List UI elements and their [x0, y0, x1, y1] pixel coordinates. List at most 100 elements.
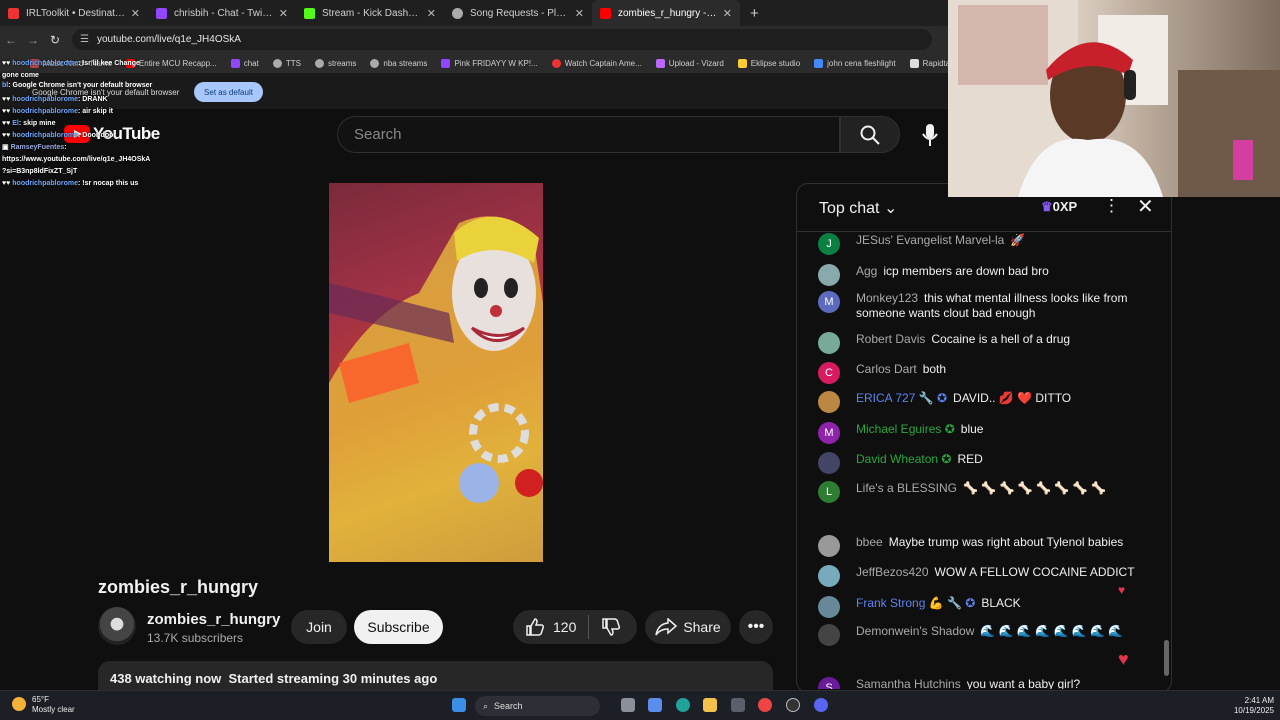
video-player[interactable]: [329, 183, 543, 562]
file-explorer-icon[interactable]: [703, 698, 717, 712]
chat-avatar: M: [818, 422, 840, 444]
close-tab-icon[interactable]: ✕: [723, 7, 732, 20]
chat-menu-icon[interactable]: ⋮: [1103, 196, 1120, 216]
irltoolkit-icon: [8, 7, 19, 19]
chat-avatar: C: [818, 362, 840, 384]
reload-icon[interactable]: ↻: [44, 33, 66, 47]
chat-avatar: S: [818, 677, 840, 689]
channel-avatar[interactable]: [98, 607, 136, 645]
tab-twitch-chat[interactable]: chrisbih - Chat - Twitch ✕: [148, 0, 296, 26]
heart-reaction-icon: ♥: [1118, 649, 1129, 669]
xp-badge[interactable]: ♛0XP: [1041, 199, 1077, 215]
chat-avatar: [818, 332, 840, 354]
twitch-icon: [441, 58, 451, 68]
share-button[interactable]: Share: [645, 610, 731, 644]
chat-message: Agg icp members are down bad bro: [818, 264, 1138, 286]
youtube-icon: [600, 7, 611, 19]
back-icon[interactable]: ←: [0, 33, 22, 47]
voice-search-button[interactable]: [912, 116, 948, 153]
chat-message: L Life's a BLESSING 🦴 🦴 🦴 🦴 🦴 🦴 🦴 🦴: [818, 481, 1138, 503]
discord-icon[interactable]: [814, 698, 828, 712]
forward-icon[interactable]: →: [22, 33, 44, 47]
dislike-button[interactable]: [589, 617, 621, 637]
top-chat-dropdown[interactable]: Top chat ⌄: [819, 198, 897, 218]
close-tab-icon[interactable]: ✕: [279, 7, 288, 20]
search-button[interactable]: [840, 116, 900, 153]
tab-kick-dashboard[interactable]: Stream - Kick Dashboard ✕: [296, 0, 444, 26]
store-icon[interactable]: [731, 698, 745, 712]
search-input[interactable]: Search: [337, 116, 840, 153]
bookmark-streams[interactable]: streams: [314, 58, 356, 68]
windows-start-icon[interactable]: [452, 698, 466, 712]
copilot-icon[interactable]: [648, 698, 662, 712]
subscribe-button[interactable]: Subscribe: [354, 610, 443, 644]
channel-name[interactable]: zombies_r_hungry: [147, 611, 280, 628]
chat-message: S Samantha Hutchins you want a baby girl?: [818, 677, 1138, 689]
bookmark-nba-streams[interactable]: nba streams: [370, 58, 427, 68]
new-tab-icon[interactable]: +: [750, 5, 759, 22]
close-tab-icon[interactable]: ✕: [131, 7, 140, 20]
windows-taskbar: 65°F Mostly clear ⌕ Search 2:41 AM 10/19/…: [0, 690, 1280, 720]
overlay-chat-line: bl: Google Chrome isn't your default bro…: [2, 82, 153, 89]
search-icon: [860, 125, 880, 145]
overlay-chat-line: ♥♥ hoodrichpablorome: Door door: [2, 132, 117, 139]
obs-icon[interactable]: [786, 698, 800, 712]
overlay-chat-line: ♥♥ El: skip mine: [2, 120, 56, 127]
kick-icon: [304, 7, 315, 19]
chat-message: C Carlos Dart both: [818, 362, 1138, 384]
globe-icon: [314, 58, 324, 68]
stream-chat-overlay: ♥♥ hoodrichpablorome: Isr lil kee Change…: [2, 58, 247, 190]
overlay-chat-line: ♥♥ hoodrichpablorome: Isr lil kee Change: [2, 60, 140, 67]
chat-avatar: [818, 596, 840, 618]
like-dislike-bar: 120: [513, 610, 637, 644]
more-actions-button[interactable]: •••: [739, 610, 773, 644]
bookmark-eklipse[interactable]: Eklipse studio: [737, 58, 800, 68]
close-tab-icon[interactable]: ✕: [575, 7, 584, 20]
chrome-icon[interactable]: [758, 698, 772, 712]
bookmark-pink-friday[interactable]: Pink FRIDAYY W KP!...: [441, 58, 538, 68]
chevron-down-icon: ⌄: [883, 200, 898, 217]
site-info-icon[interactable]: ☰: [80, 34, 89, 45]
chat-avatar: [818, 535, 840, 557]
video-title: zombies_r_hungry: [98, 577, 259, 597]
twitch-icon: [156, 7, 167, 19]
tab-irltoolkit[interactable]: IRLToolkit • Destinations ✕: [0, 0, 148, 26]
close-tab-icon[interactable]: ✕: [427, 7, 436, 20]
close-chat-icon[interactable]: ✕: [1137, 194, 1154, 219]
like-button[interactable]: 120: [513, 615, 590, 639]
chat-avatar: [818, 624, 840, 646]
song-requests-icon: [452, 7, 463, 19]
edge-icon[interactable]: [676, 698, 690, 712]
task-view-icon[interactable]: [621, 698, 635, 712]
system-clock[interactable]: 2:41 AM 10/19/2025: [1222, 696, 1274, 716]
browser-tab-strip: IRLToolkit • Destinations ✕ chrisbih - Ch…: [0, 0, 948, 26]
chat-message: bbee Maybe trump was right about Tylenol …: [818, 535, 1138, 557]
address-toolbar: ← → ↻ ☰ youtube.com/live/q1e_JH4OSkA: [0, 26, 948, 53]
crown-icon: ♛: [1041, 199, 1053, 214]
url-bar[interactable]: ☰ youtube.com/live/q1e_JH4OSkA: [72, 29, 932, 50]
thumbs-up-icon: [526, 618, 545, 636]
join-button[interactable]: Join: [291, 610, 347, 644]
rapidtags-icon: [909, 58, 919, 68]
taskbar-search[interactable]: ⌕ Search: [475, 696, 600, 716]
chat-message: J JESus' Evangelist Marvel-la 🚀: [818, 233, 1138, 255]
bookmark-tts[interactable]: TTS: [272, 58, 301, 68]
overlay-chat-line: ♥♥ hoodrichpablorome: DRANK: [2, 96, 108, 103]
chat-messages: J JESus' Evangelist Marvel-la 🚀 Agg icp mem…: [796, 231, 1166, 689]
bookmark-rapidtags[interactable]: Rapidtags | YouTub...: [909, 58, 948, 68]
chat-avatar: [818, 264, 840, 286]
chat-message: Robert Davis Cocaine is a hell of a drug: [818, 332, 1138, 354]
bookmark-captain-america[interactable]: Watch Captain Ame...: [551, 58, 642, 68]
like-count: 120: [553, 619, 577, 635]
chat-scrollbar[interactable]: [1164, 640, 1169, 676]
chat-message: ERICA 727 🔧 ✪ DAVID.. 💋 ❤️ DITTO: [818, 391, 1138, 413]
bookmark-vizard[interactable]: Upload - Vizard: [655, 58, 724, 68]
chat-avatar: J: [818, 233, 840, 255]
search-icon: ⌕: [483, 700, 489, 711]
weather-widget[interactable]: 65°F Mostly clear: [12, 695, 75, 715]
tab-youtube-live[interactable]: zombies_r_hungry - YouTube✕: [592, 0, 740, 26]
overlay-chat-line: ?si=B3np8ldFixZT_SjT: [2, 168, 78, 175]
tab-song-requests[interactable]: Song Requests - Playing 24✕: [444, 0, 592, 26]
bookmark-john-cena[interactable]: john cena fleshlight: [814, 58, 896, 68]
overlay-chat-line: https://www.youtube.com/live/q1e_JH4OSkA: [2, 156, 151, 163]
